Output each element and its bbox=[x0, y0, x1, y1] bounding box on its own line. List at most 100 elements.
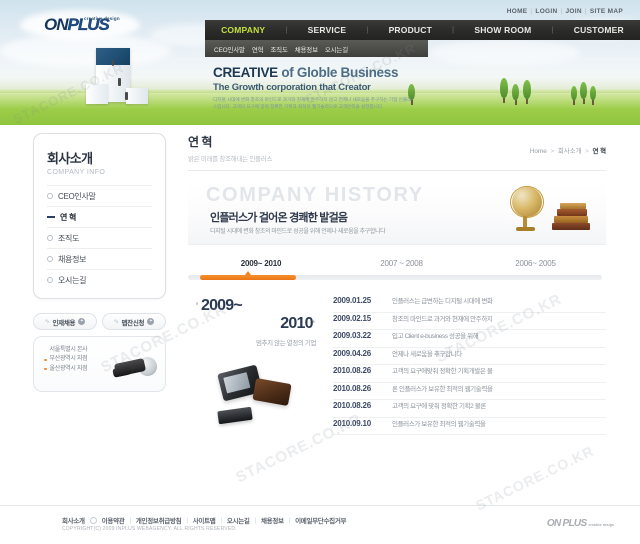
history-date: 2010.08.26 bbox=[333, 366, 372, 375]
bullet-icon bbox=[47, 256, 53, 262]
bullet-icon bbox=[44, 349, 47, 352]
hero-title: CREATIVE of Globle Business bbox=[213, 65, 443, 81]
home-icon bbox=[89, 516, 97, 524]
breadcrumb-current: 연 혁 bbox=[592, 148, 607, 155]
breadcrumb: Home > 회사소개 > 연 혁 bbox=[530, 145, 606, 155]
site-logo[interactable]: ONPLUS creative design bbox=[44, 16, 144, 42]
nav-separator: | bbox=[452, 26, 455, 34]
footer-link-company[interactable]: 회사소개 bbox=[62, 515, 85, 525]
utility-link-join[interactable]: JOIN bbox=[563, 8, 585, 15]
year-tab-2009-2010[interactable]: 2009~ 2010 bbox=[188, 259, 334, 268]
footer-link-sitemap[interactable]: 사이트맵 bbox=[193, 515, 216, 525]
history-row: 2010.08.26 론 인플러스가 보유한 최적의 웹기술력을 bbox=[333, 383, 606, 400]
globe-ring bbox=[510, 186, 544, 218]
sidebar-banner-buttons: ∿ 인재채용 + ∿ 맵잔신청 + bbox=[33, 313, 166, 330]
camera-photo-image bbox=[112, 355, 157, 381]
books-icon bbox=[550, 203, 590, 231]
hero-description: 디지털 시대에 변화 창조의 마인드로 과거와 현재에 안주하지 않고 언제나 … bbox=[213, 96, 412, 110]
person-figure bbox=[118, 78, 121, 86]
page-header: 연 혁 밝은 미래를 창조해내는 인플러스 Home > 회사소개 > 연 혁 bbox=[188, 133, 606, 171]
page-root: CREATIVE of Globle Business The Growth c… bbox=[0, 0, 640, 544]
book-shape bbox=[560, 203, 586, 209]
sidebar-item-history[interactable]: 연 혁 bbox=[47, 206, 152, 227]
subnav-item-recruit[interactable]: 채용정보 bbox=[295, 44, 318, 54]
footer-link-recruit[interactable]: 채용정보 bbox=[261, 515, 284, 525]
year-tab-2007-2008[interactable]: 2007 ~ 2008 bbox=[334, 259, 469, 268]
sidebar-item-directions[interactable]: 오시는길 bbox=[47, 269, 152, 290]
utility-link-login[interactable]: LOGIN bbox=[532, 8, 560, 15]
footer-logo-text: ON PLUS bbox=[546, 518, 587, 529]
footer-link-privacy[interactable]: 개인정보취급방침 bbox=[136, 515, 182, 525]
subnav-item-ceo-greeting[interactable]: CEO인사말 bbox=[214, 44, 245, 54]
utility-link-sitemap[interactable]: SITE MAP bbox=[587, 8, 626, 15]
history-date: 2010.08.26 bbox=[333, 383, 372, 393]
subnav-item-history[interactable]: 연혁 bbox=[252, 44, 264, 54]
bullet-icon bbox=[44, 358, 47, 362]
history-description: 디지털 시대에 변화 창조의 마인드로 성공을 위해 언제나 새로움을 추구합니… bbox=[210, 229, 386, 235]
nav-item-company[interactable]: COMPANY bbox=[221, 25, 265, 35]
sidebar-item-label: 연 혁 bbox=[60, 212, 77, 222]
nav-item-showroom[interactable]: SHOW ROOM bbox=[474, 25, 531, 35]
history-row: 2009.01.25 인플러스는 급변하는 디지털 시대에 변화 bbox=[333, 295, 606, 313]
footer-link-terms[interactable]: 이용약관 bbox=[102, 515, 125, 525]
nav-separator: | bbox=[366, 26, 369, 34]
device-usb-image bbox=[217, 406, 253, 425]
history-row: 2009.03.22 입고 Client e-business 성공을 위해 bbox=[333, 330, 606, 348]
tab-active-fill bbox=[200, 275, 296, 280]
office-label: 울산광역시 지점 bbox=[49, 365, 88, 372]
logo-on: ON bbox=[44, 15, 68, 34]
footer-separator: | bbox=[220, 516, 222, 524]
tab-marker-icon bbox=[245, 271, 251, 275]
nav-item-product[interactable]: PRODUCT bbox=[389, 25, 432, 35]
history-text: 언제나 새로움을 추구합니다 bbox=[392, 350, 462, 358]
breadcrumb-section[interactable]: 회사소개 bbox=[558, 148, 582, 155]
bullet-icon bbox=[44, 367, 47, 371]
apply-banner-label: 맵잔신청 bbox=[121, 319, 145, 327]
quote-open: ' bbox=[196, 301, 198, 313]
breadcrumb-home[interactable]: Home bbox=[530, 148, 547, 155]
book-shape bbox=[554, 216, 588, 223]
main-column: 연 혁 밝은 미래를 창조해내는 인플러스 Home > 회사소개 > 연 혁 … bbox=[188, 133, 606, 435]
device-screen bbox=[223, 371, 251, 394]
utility-link-home[interactable]: HOME bbox=[504, 8, 531, 15]
subnav-item-directions[interactable]: 오시는길 bbox=[325, 44, 348, 54]
sidebar-item-ceo-greeting[interactable]: CEO인사말 bbox=[47, 185, 152, 206]
sidebar-subtitle: COMPANY INFO bbox=[47, 169, 106, 176]
footer-separator: | bbox=[288, 516, 291, 524]
history-text: 입고 Client e-business 성공을 위해 bbox=[392, 333, 479, 340]
content-area: 회사소개 COMPANY INFO CEO인사말 연 혁 조직도 채용정보 오시… bbox=[0, 125, 640, 505]
sidebar-menu-box: 회사소개 COMPANY INFO CEO인사말 연 혁 조직도 채용정보 오시… bbox=[33, 133, 166, 299]
recruit-banner-button[interactable]: ∿ 인재채용 + bbox=[33, 313, 97, 330]
year-highlight-block: ' 2009~ 2010' 멈추지 않는 열정의 기업 bbox=[196, 297, 326, 431]
sidebar-item-label: CEO인사말 bbox=[58, 191, 96, 201]
year-big-text: ' 2009~ 2010' bbox=[196, 297, 326, 334]
bullet-icon bbox=[47, 277, 53, 283]
sidebar-item-org-chart[interactable]: 조직도 bbox=[47, 227, 152, 248]
footer-link-email-reject[interactable]: 이메일무단수집거부 bbox=[295, 515, 346, 525]
breadcrumb-separator: > bbox=[550, 148, 555, 155]
nav-item-service[interactable]: SERVICE bbox=[308, 25, 347, 35]
book-shape bbox=[552, 223, 590, 230]
nav-item-customer[interactable]: CUSTOMER bbox=[574, 25, 624, 35]
year-tab-labels: 2009~ 2010 2007 ~ 2008 2006~ 2005 bbox=[188, 259, 606, 268]
footer-link-directions[interactable]: 오시는길 bbox=[227, 515, 250, 525]
copyright-text: COPYRIGHT(C) 2009 INPLUS WEBAGENCY. ALL … bbox=[62, 526, 237, 532]
sub-navigation: CEO인사말 연혁 조직도 채용정보 오시는길 bbox=[205, 40, 428, 57]
subnav-item-org-chart[interactable]: 조직도 bbox=[270, 44, 288, 54]
sidebar-item-label: 오시는길 bbox=[58, 275, 87, 285]
quote-close: ' bbox=[312, 319, 315, 332]
book-shape bbox=[557, 209, 587, 216]
apply-banner-button[interactable]: ∿ 맵잔신청 + bbox=[102, 313, 166, 330]
history-date: 2009.01.25 bbox=[333, 296, 372, 305]
footer-links: 회사소개 이용약관 | 개인정보취급방침 | 사이트맵 | 오시는길 | 채용정… bbox=[62, 515, 347, 525]
cloud-shape bbox=[430, 40, 580, 66]
office-locations-box[interactable]: 서울특별시 본사 부산광역시 지점 울산광역시 지점 bbox=[33, 336, 166, 392]
building-block-right bbox=[126, 88, 148, 104]
year-tab-2006-2005[interactable]: 2006~ 2005 bbox=[469, 259, 602, 268]
globe-icon bbox=[510, 186, 544, 233]
sidebar-item-recruit[interactable]: 채용정보 bbox=[47, 248, 152, 269]
logo-tagline: creative design bbox=[84, 16, 120, 21]
bullet-icon bbox=[47, 193, 53, 199]
history-text: 창조의 마인드로 과거와 현재에 안주하지 bbox=[392, 315, 493, 323]
history-row: 2010.08.26 고객의 요구에맞춰 정확한 기획개발은 물 bbox=[333, 365, 606, 383]
